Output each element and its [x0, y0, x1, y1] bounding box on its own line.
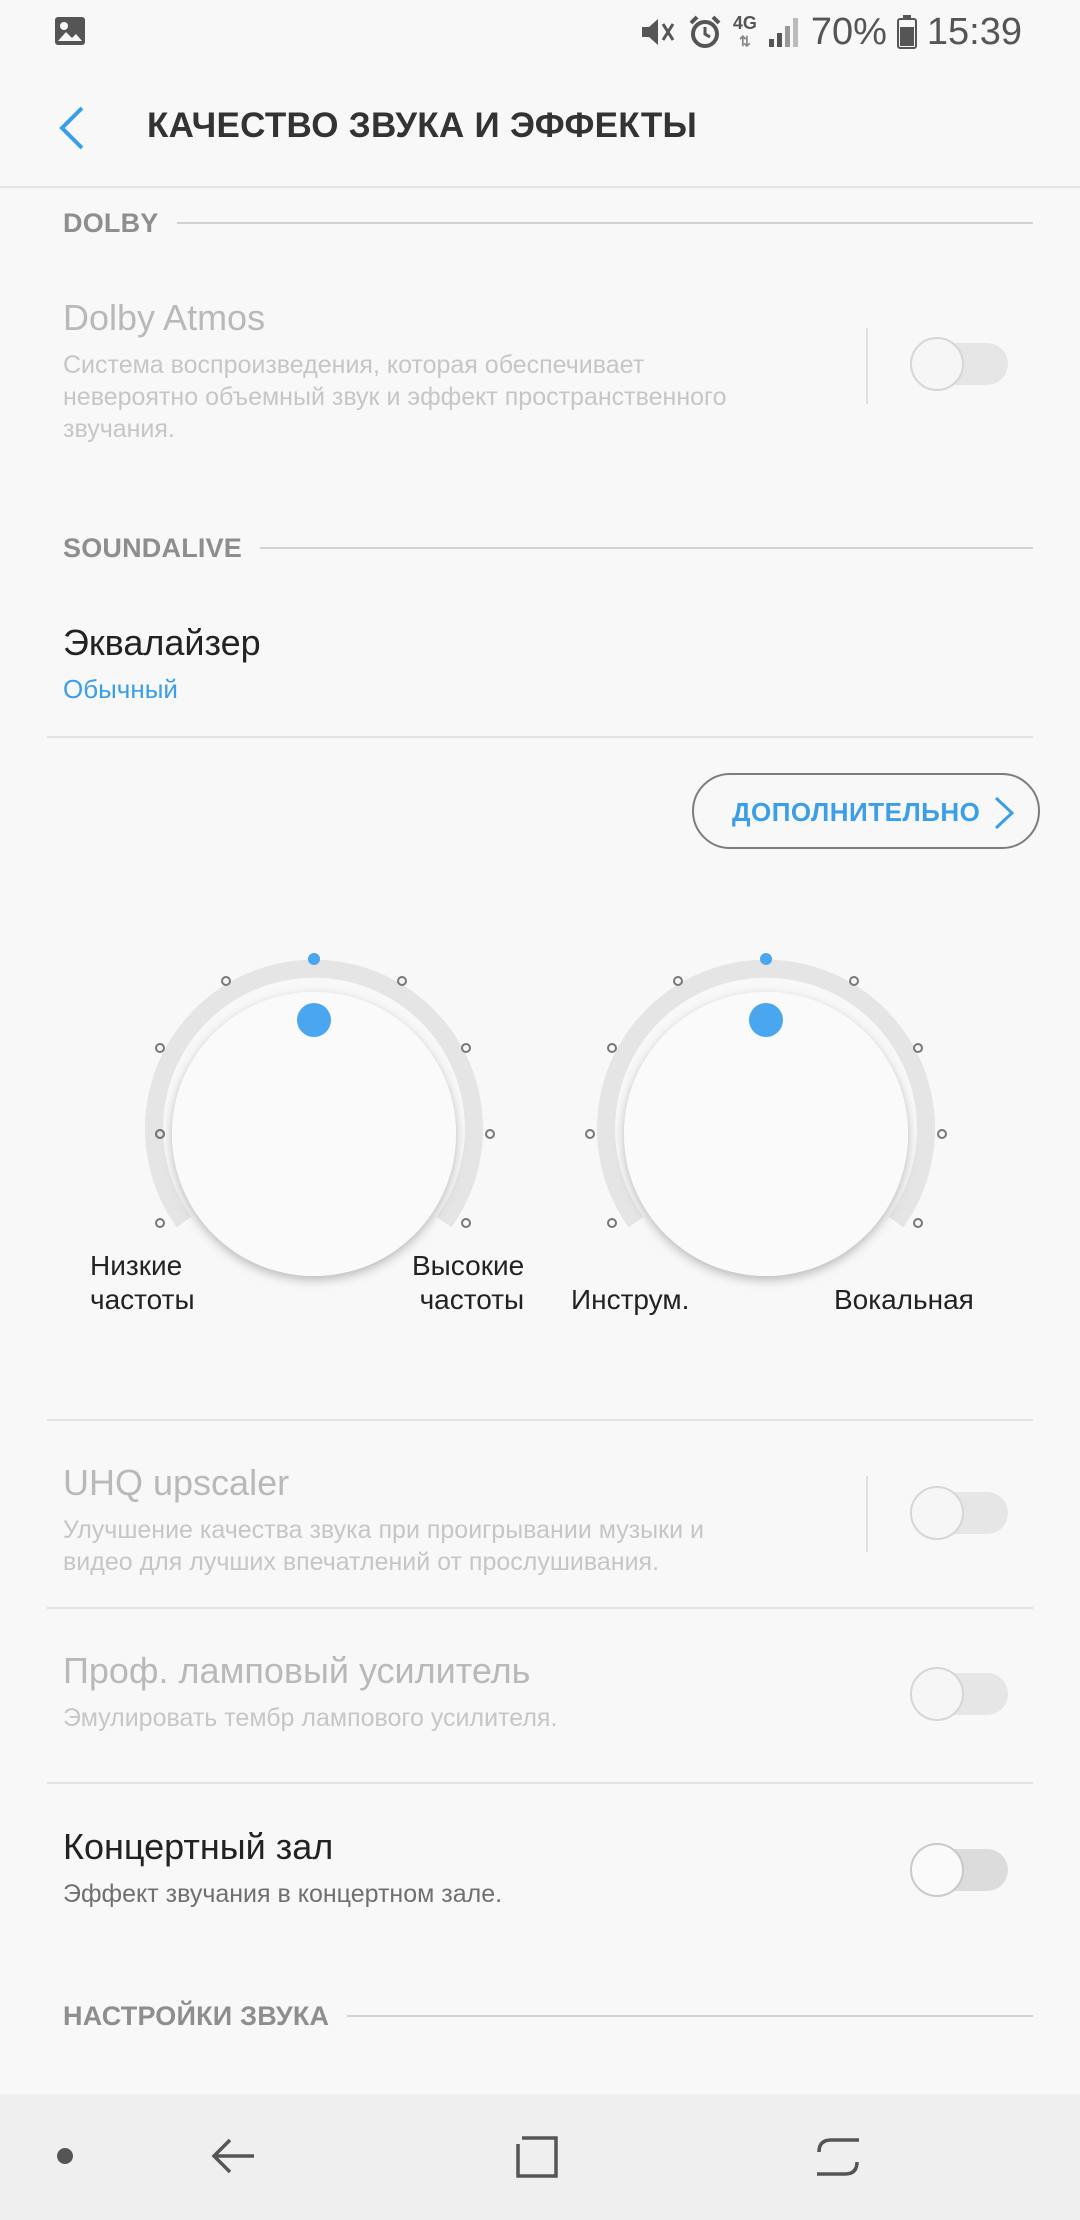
section-divider	[347, 2015, 1033, 2017]
chevron-right-icon	[994, 796, 1015, 830]
clock: 15:39	[926, 10, 1022, 53]
setting-title: Проф. ламповый усилитель	[63, 1650, 531, 1691]
label-line: Низкие	[90, 1250, 183, 1281]
label-line: частоты	[90, 1284, 195, 1315]
home-square-icon[interactable]	[514, 2134, 560, 2185]
gallery-icon	[54, 16, 86, 51]
vertical-divider	[866, 1476, 868, 1552]
dot-icon[interactable]	[56, 2147, 74, 2170]
advanced-button[interactable]: ДОПОЛНИТЕЛЬНО	[692, 773, 1040, 849]
knob-indicator	[297, 1003, 331, 1037]
concert-hall-setting[interactable]: Концертный зал Эффект звучания в концерт…	[63, 1826, 1033, 1910]
divider	[47, 1607, 1033, 1609]
equalizer-value: Обычный	[63, 674, 178, 704]
setting-title: Dolby Atmos	[63, 297, 266, 338]
instrument-vocal-knob[interactable]	[576, 940, 956, 1320]
setting-title: UHQ upscaler	[63, 1462, 290, 1503]
battery-percent: 70%	[810, 10, 887, 53]
knob-label-treble: Высокие частоты	[412, 1249, 524, 1317]
knob-label-vocal: Вокальная	[834, 1284, 974, 1315]
knob-label-bass: Низкие частоты	[90, 1249, 195, 1317]
summary-line: Улучшение качества звука при проигрывани…	[63, 1516, 704, 1544]
concert-hall-toggle[interactable]	[910, 1843, 1008, 1897]
section-divider	[260, 547, 1033, 549]
section-header-dolby: DOLBY	[63, 203, 1033, 243]
back-arrow-icon[interactable]	[210, 2136, 256, 2181]
toggle-thumb	[910, 1667, 964, 1721]
toggle-thumb	[910, 1486, 964, 1540]
knob-label-instrument: Инструм.	[571, 1284, 690, 1315]
setting-title: Эквалайзер	[63, 622, 261, 663]
page-title: КАЧЕСТВО ЗВУКА И ЭФФЕКТЫ	[147, 106, 698, 145]
divider	[47, 736, 1033, 738]
recents-icon[interactable]	[815, 2136, 861, 2183]
vertical-divider	[866, 328, 868, 404]
signal-icon	[767, 15, 801, 49]
knob-dial	[585, 953, 947, 1276]
mute-icon	[639, 15, 677, 49]
section-header-sound-settings: НАСТРОЙКИ ЗВУКА	[63, 1996, 1033, 2036]
alarm-icon	[687, 14, 723, 50]
level-dot-active	[308, 953, 320, 965]
chevron-left-icon	[59, 106, 84, 150]
toggle-thumb	[910, 337, 964, 391]
dolby-atmos-setting[interactable]: Dolby Atmos Система воспроизведения, кот…	[63, 297, 1033, 445]
knob-indicator	[749, 1003, 783, 1037]
network-label: 4G	[732, 13, 757, 33]
section-header-soundalive: SOUNDALIVE	[63, 528, 1033, 568]
section-label: НАСТРОЙКИ ЗВУКА	[63, 2000, 330, 2031]
section-divider	[176, 222, 1033, 224]
label-line: частоты	[419, 1284, 525, 1315]
setting-summary: Эмулировать тембр лампового усилителя.	[63, 1704, 558, 1732]
back-button[interactable]	[52, 104, 96, 152]
equalizer-setting[interactable]: Эквалайзер Обычный	[63, 622, 1033, 705]
summary-line: Система воспроизведения, которая обеспеч…	[63, 351, 645, 379]
divider	[47, 1419, 1033, 1421]
uhq-upscaler-toggle[interactable]	[910, 1486, 1008, 1540]
navigation-bar	[0, 2094, 1080, 2220]
divider	[47, 1782, 1033, 1784]
setting-summary: Система воспроизведения, которая обеспеч…	[63, 349, 1033, 445]
setting-summary: Улучшение качества звука при проигрывани…	[63, 1514, 1033, 1578]
advanced-button-label: ДОПОЛНИТЕЛЬНО	[732, 797, 981, 827]
section-label: DOLBY	[63, 207, 159, 238]
summary-line: звучания.	[63, 415, 175, 443]
level-dot-active	[760, 953, 772, 965]
summary-line: видео для лучших впечатлений от прослуши…	[63, 1548, 660, 1576]
tube-amp-toggle[interactable]	[910, 1667, 1008, 1721]
section-label: SOUNDALIVE	[63, 532, 243, 563]
uhq-upscaler-setting[interactable]: UHQ upscaler Улучшение качества звука пр…	[63, 1462, 1033, 1578]
status-bar: 4G ⇅ 70% 15:39	[0, 0, 1080, 64]
toggle-thumb	[910, 1843, 964, 1897]
tube-amp-setting[interactable]: Проф. ламповый усилитель Эмулировать тем…	[63, 1650, 1033, 1734]
setting-summary: Эффект звучания в концертном зале.	[63, 1880, 503, 1908]
summary-line: невероятно объемный звук и эффект простр…	[63, 383, 727, 411]
label-line: Высокие	[412, 1250, 525, 1281]
dolby-atmos-toggle[interactable]	[910, 337, 1008, 391]
network-4g-icon: 4G ⇅	[732, 13, 757, 49]
setting-title: Концертный зал	[63, 1826, 334, 1867]
app-bar: КАЧЕСТВО ЗВУКА И ЭФФЕКТЫ	[0, 64, 1080, 188]
battery-icon	[896, 15, 917, 49]
